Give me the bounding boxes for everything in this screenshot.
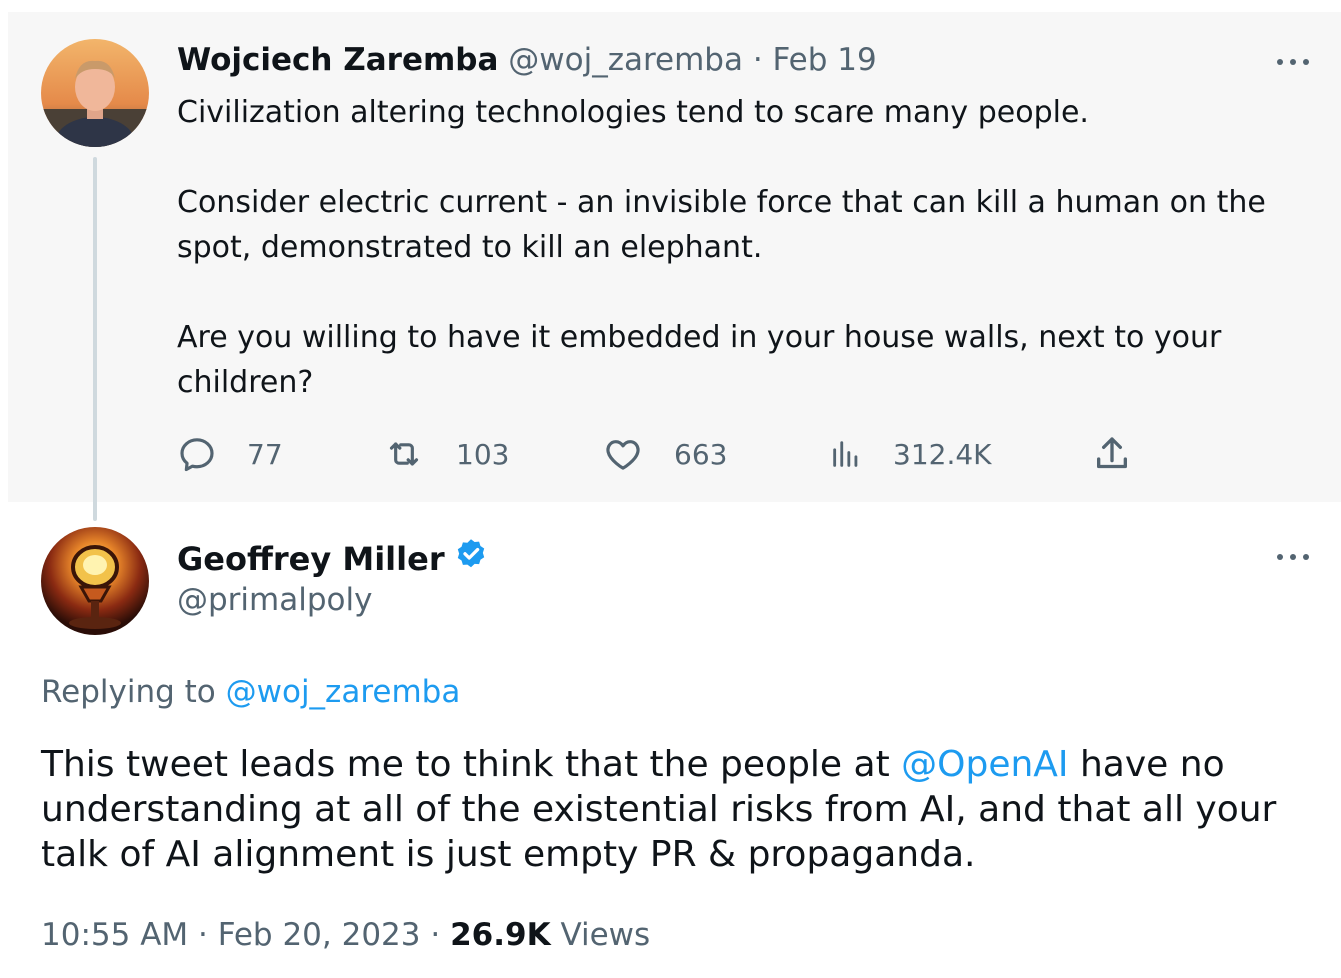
reply-author-name[interactable]: Geoffrey Miller (177, 540, 445, 578)
reply-tweet-text: This tweet leads me to think that the pe… (41, 742, 1321, 877)
parent-tweet-line: Consider electric current - an invisible… (177, 185, 1266, 265)
reply-more-menu-button[interactable] (1277, 547, 1309, 567)
parent-tweet-text: Civilization altering technologies tend … (177, 90, 1317, 405)
parent-author-handle[interactable]: @woj_zaremba (508, 42, 743, 78)
reply-count: 77 (247, 437, 283, 471)
views-count-bold: 26.9K (450, 917, 551, 953)
like-button[interactable]: 663 (602, 430, 727, 478)
profile-photo-icon (41, 39, 149, 147)
views-button[interactable]: 312.4K (829, 430, 992, 478)
reply-time[interactable]: 10:55 AM (41, 917, 188, 953)
reply-icon (180, 438, 214, 472)
retweet-count: 103 (456, 437, 510, 471)
retweet-icon (389, 442, 419, 466)
parent-header: Wojciech Zaremba @woj_zaremba · Feb 19 (177, 42, 877, 78)
parent-author-name[interactable]: Wojciech Zaremba (177, 42, 498, 78)
retweet-button[interactable]: 103 (382, 430, 509, 478)
views-label: Views (560, 917, 651, 953)
avatar-geoffrey-miller[interactable] (41, 527, 149, 635)
verified-badge-icon[interactable] (453, 537, 489, 581)
replying-to-label: Replying to (41, 674, 226, 710)
verified-icon (457, 539, 484, 568)
heart-icon (606, 440, 640, 470)
dot-icon (1277, 554, 1283, 560)
thread-line (93, 157, 97, 521)
views-count: 312.4K (893, 437, 992, 471)
replying-to-handle-link[interactable]: @woj_zaremba (226, 674, 461, 710)
parent-tweet-line: Civilization altering technologies tend … (177, 95, 1089, 130)
profile-photo-icon (41, 527, 149, 635)
reply-button[interactable]: 77 (177, 430, 283, 478)
reply-author-name-row: Geoffrey Miller (177, 537, 489, 581)
reply-metadata: 10:55 AM · Feb 20, 2023 · 26.9K Views (41, 917, 651, 953)
avatar-woj-zaremba[interactable] (41, 39, 149, 147)
mention-link[interactable]: @OpenAI (901, 744, 1068, 785)
dot-icon (1303, 554, 1309, 560)
parent-more-menu-button[interactable] (1277, 52, 1309, 72)
replying-to: Replying to @woj_zaremba (41, 674, 460, 710)
share-button[interactable] (1092, 430, 1132, 478)
parent-action-bar: 77 103 663 312.4K (177, 430, 1137, 478)
reply-text-part: This tweet leads me to think that the pe… (41, 744, 902, 785)
reply-date[interactable]: Feb 20, 2023 (218, 917, 421, 953)
analytics-icon (833, 441, 858, 467)
reply-author-handle[interactable]: @primalpoly (177, 582, 372, 618)
dot-icon (1277, 59, 1283, 65)
like-count: 663 (674, 437, 728, 471)
dot-icon (1290, 554, 1296, 560)
parent-tweet-line: Are you willing to have it embedded in y… (177, 320, 1222, 400)
dot-icon (1290, 59, 1296, 65)
parent-date[interactable]: Feb 19 (773, 42, 877, 78)
header-separator: · (742, 42, 773, 78)
share-icon (1097, 437, 1127, 469)
dot-icon (1303, 59, 1309, 65)
